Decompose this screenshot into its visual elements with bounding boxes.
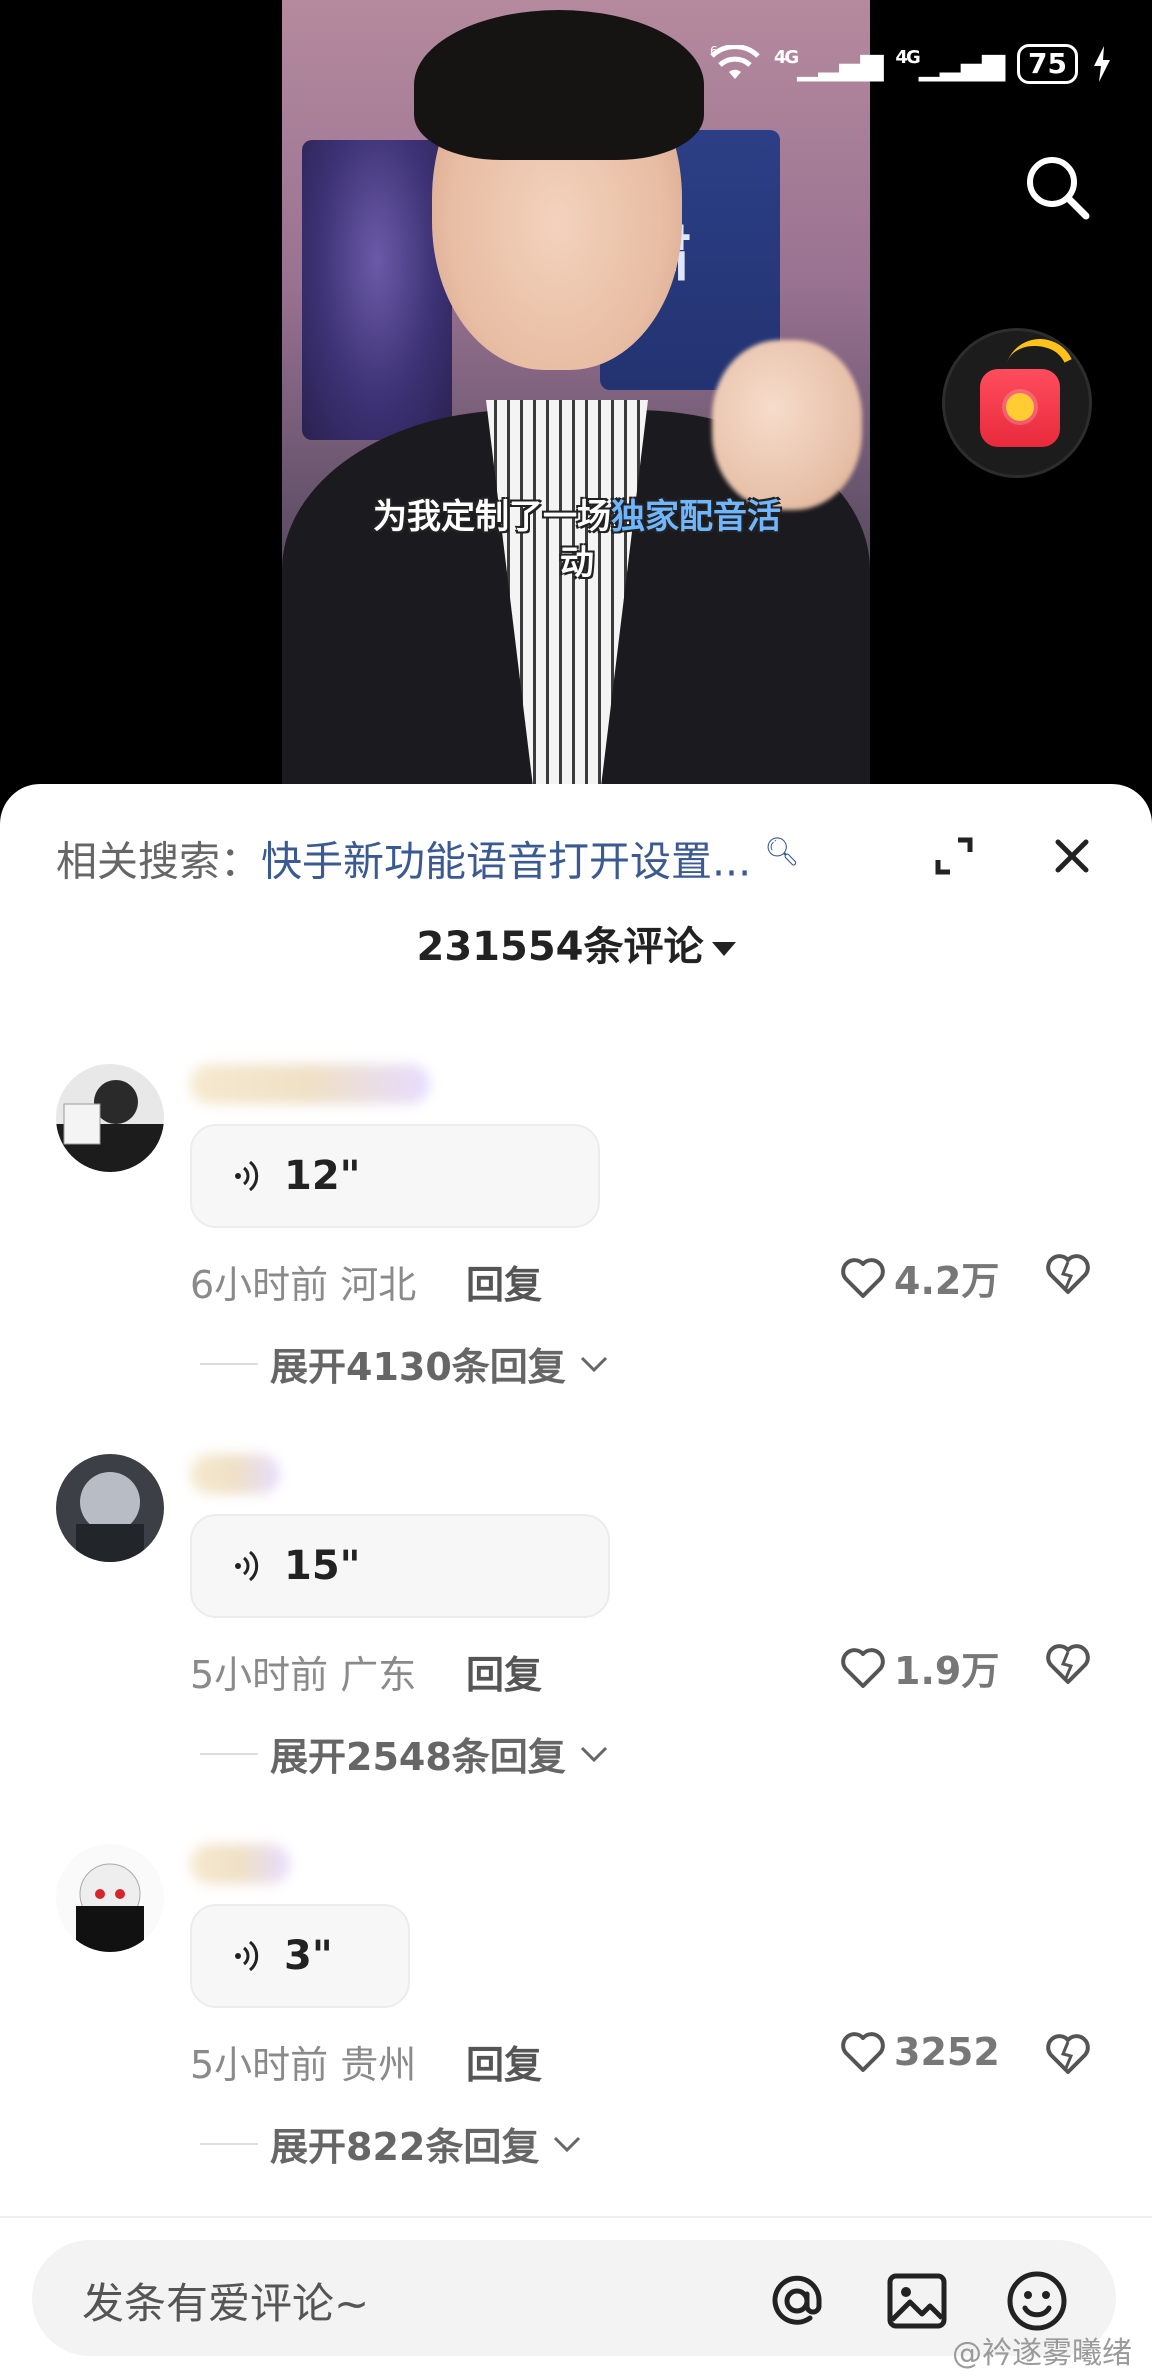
search-icon xyxy=(1027,157,1090,220)
comment-count-header[interactable]: 231554条评论 xyxy=(0,914,1152,972)
dislike-button[interactable] xyxy=(1044,1250,1092,1298)
reply-button[interactable]: 回复 xyxy=(466,1254,542,1309)
status-bar: 6 4G▁▂▄▆ 4G▁▂▄▆ 75 xyxy=(710,44,1112,84)
avatar[interactable] xyxy=(56,1844,164,1952)
avatar-image xyxy=(56,1844,164,1952)
signal-4g-1-label: 4G xyxy=(773,46,799,68)
username-blurred[interactable] xyxy=(190,1064,430,1104)
watermark: @衿遂雾曦绪 xyxy=(952,2336,1132,2371)
avatar[interactable] xyxy=(56,1064,164,1172)
emoji-button[interactable] xyxy=(1002,2266,1072,2336)
chevron-down-icon xyxy=(580,1746,607,1762)
person-hair xyxy=(414,10,704,160)
search-button[interactable] xyxy=(1018,148,1098,228)
voice-duration: 3" xyxy=(284,1933,333,1979)
voice-duration: 12" xyxy=(284,1153,361,1199)
mention-button[interactable] xyxy=(762,2266,832,2336)
username-blurred[interactable] xyxy=(190,1844,290,1884)
reply-button[interactable]: 回复 xyxy=(466,2034,542,2089)
expand-divider xyxy=(200,1752,258,1755)
related-search[interactable]: 相关搜索：快手新功能语音打开设置... 🔍︎ xyxy=(56,824,800,890)
comment-meta: 5小时前 广东 xyxy=(190,1653,417,1697)
expand-divider xyxy=(200,1362,258,1365)
heart-icon xyxy=(841,1647,885,1688)
comment-item: 15" 5小时前 广东 回复 1.9万 展开2548条回复 xyxy=(0,1454,1152,1844)
video-subtitle: 为我定制了一场独家配音活 动 xyxy=(362,494,792,586)
dislike-button[interactable] xyxy=(1044,1640,1092,1688)
voice-wave-icon xyxy=(235,1550,259,1582)
comment-input-placeholder: 发条有爱评论~ xyxy=(82,2279,370,2328)
reply-button[interactable]: 回复 xyxy=(466,1644,542,1699)
like-count: 3252 xyxy=(894,2030,1000,2074)
voice-wave-icon xyxy=(235,1940,259,1972)
voice-message[interactable]: 12" xyxy=(190,1124,600,1228)
battery-indicator: 75 xyxy=(1017,44,1078,84)
comment-item: 12" 6小时前 河北 回复 4.2万 展开4130条回复 xyxy=(0,1064,1152,1454)
comment-item: 3" 5小时前 贵州 回复 3252 展开822条回复 xyxy=(0,1844,1152,2234)
comment-meta: 5小时前 贵州 xyxy=(190,2043,417,2087)
close-icon xyxy=(1055,839,1089,873)
close-button[interactable] xyxy=(1046,830,1098,882)
related-search-query[interactable]: 快手新功能语音打开设置... xyxy=(261,838,751,886)
chevron-down-icon xyxy=(554,2136,581,2152)
like-button[interactable]: 4.2万 xyxy=(840,1250,999,1305)
expand-replies-label: 展开2548条回复 xyxy=(270,1735,566,1779)
svg-text:6: 6 xyxy=(710,45,718,58)
avatar-image xyxy=(56,1064,164,1172)
red-packet-icon xyxy=(980,369,1060,447)
related-search-label: 相关搜索： xyxy=(56,837,261,886)
like-button[interactable]: 1.9万 xyxy=(840,1640,999,1695)
comment-meta: 6小时前 河北 xyxy=(190,1263,417,1307)
voice-message[interactable]: 15" xyxy=(190,1514,610,1618)
expand-button[interactable] xyxy=(928,830,980,882)
comment-count: 231554条评论 xyxy=(416,924,704,970)
heart-icon xyxy=(841,2032,885,2072)
like-button[interactable]: 3252 xyxy=(840,2030,1000,2074)
voice-message[interactable]: 3" xyxy=(190,1904,410,2008)
comments-sheet: 相关搜索：快手新功能语音打开设置... 🔍︎ 231554条评论 12" 6小时… xyxy=(0,784,1152,2376)
expand-divider xyxy=(200,2142,258,2145)
red-packet-coin xyxy=(1006,393,1034,421)
username-blurred[interactable] xyxy=(190,1454,280,1494)
expand-icon xyxy=(935,837,973,875)
expand-replies-label: 展开4130条回复 xyxy=(270,1345,566,1389)
video-area[interactable]: 肃 为我定制了一场独家配音活 动 6 4G▁▂▄▆ 4G▁▂▄▆ 75 xyxy=(0,0,1152,800)
dislike-button[interactable] xyxy=(1044,2030,1092,2078)
poster-left xyxy=(302,140,452,440)
wifi-icon: 6 xyxy=(710,45,760,79)
expand-replies-button[interactable]: 展开822条回复 xyxy=(200,2116,583,2171)
signal-4g-1: 4G▁▂▄▆ xyxy=(773,46,884,82)
like-count: 4.2万 xyxy=(894,1259,1000,1303)
signal-4g-2-label: 4G xyxy=(895,46,920,68)
expand-replies-button[interactable]: 展开2548条回复 xyxy=(200,1726,610,1781)
like-count: 1.9万 xyxy=(894,1649,1000,1693)
voice-wave-icon xyxy=(235,1160,259,1192)
avatar-image xyxy=(56,1454,164,1562)
chevron-down-icon xyxy=(580,1356,607,1372)
subtitle-part-3: 动 xyxy=(560,543,594,583)
red-packet-button[interactable] xyxy=(942,328,1092,478)
subtitle-part-2: 独家配音活 xyxy=(611,497,781,537)
emoji-icon xyxy=(1007,2271,1067,2331)
broken-heart-icon xyxy=(1046,2034,1090,2074)
subtitle-part-1: 为我定制了一场 xyxy=(373,497,611,537)
expand-replies-button[interactable]: 展开4130条回复 xyxy=(200,1336,610,1391)
image-icon xyxy=(887,2273,947,2329)
broken-heart-icon xyxy=(1046,1254,1090,1294)
related-search-icon: 🔍︎ xyxy=(764,835,800,868)
charging-icon xyxy=(1094,46,1110,82)
expand-replies-label: 展开822条回复 xyxy=(270,2125,540,2169)
voice-duration: 15" xyxy=(284,1543,361,1589)
person-fist xyxy=(712,340,862,510)
broken-heart-icon xyxy=(1046,1644,1090,1684)
caret-down-icon xyxy=(711,942,736,956)
at-icon xyxy=(772,2275,822,2325)
heart-icon xyxy=(841,1257,885,1298)
video-frame[interactable]: 肃 为我定制了一场独家配音活 动 xyxy=(282,0,870,790)
image-button[interactable] xyxy=(882,2266,952,2336)
signal-4g-2: 4G▁▂▄▆ xyxy=(895,46,1005,82)
avatar[interactable] xyxy=(56,1454,164,1562)
